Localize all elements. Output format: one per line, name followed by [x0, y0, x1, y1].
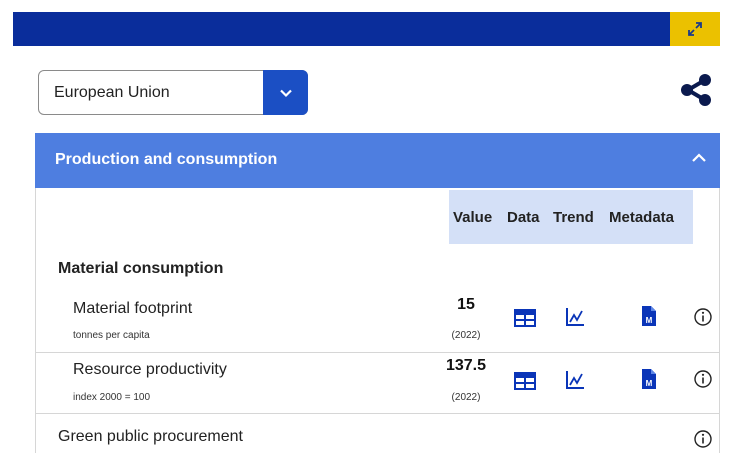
row-name: Resource productivity [73, 361, 227, 378]
country-select[interactable]: European Union [38, 70, 308, 115]
expand-button[interactable] [670, 12, 720, 46]
share-icon[interactable] [678, 72, 714, 108]
panel-title: Production and consumption [55, 151, 278, 168]
metadata-icon[interactable]: M [641, 305, 657, 327]
row-year: (2022) [451, 392, 481, 403]
table-icon[interactable] [514, 372, 536, 390]
country-select-value: European Union [54, 84, 170, 101]
info-icon[interactable] [693, 307, 713, 327]
chevron-up-icon[interactable] [688, 147, 710, 169]
row-value: 137.5 [445, 357, 487, 374]
section-title: Material consumption [58, 260, 224, 277]
column-headers: Value Data Trend Metadata [449, 190, 693, 244]
row-name: Material footprint [73, 300, 193, 317]
svg-text:M: M [646, 316, 653, 325]
metadata-icon[interactable]: M [641, 368, 657, 390]
row-unit: tonnes per capita [73, 330, 150, 341]
column-value: Value [453, 209, 493, 226]
column-data: Data [507, 209, 540, 226]
table-icon[interactable] [514, 309, 536, 327]
country-select-toggle[interactable] [263, 70, 308, 115]
column-metadata: Metadata [609, 209, 675, 226]
chevron-down-icon [279, 89, 292, 97]
row-name: Green public procurement [58, 428, 243, 445]
column-trend: Trend [553, 209, 594, 226]
info-icon[interactable] [693, 369, 713, 389]
row-divider [36, 413, 719, 414]
row-value: 15 [457, 296, 475, 313]
svg-text:M: M [646, 379, 653, 388]
row-divider [36, 352, 719, 353]
expand-icon [688, 22, 702, 36]
row-year: (2022) [451, 330, 481, 341]
panel-header[interactable]: Production and consumption [35, 133, 720, 188]
trend-icon[interactable] [565, 370, 585, 390]
row-unit: index 2000 = 100 [73, 392, 151, 403]
trend-icon[interactable] [565, 307, 585, 327]
indicator-panel: Production and consumption Value Data Tr… [35, 133, 720, 453]
info-icon[interactable] [693, 429, 713, 449]
top-bar [13, 12, 720, 46]
